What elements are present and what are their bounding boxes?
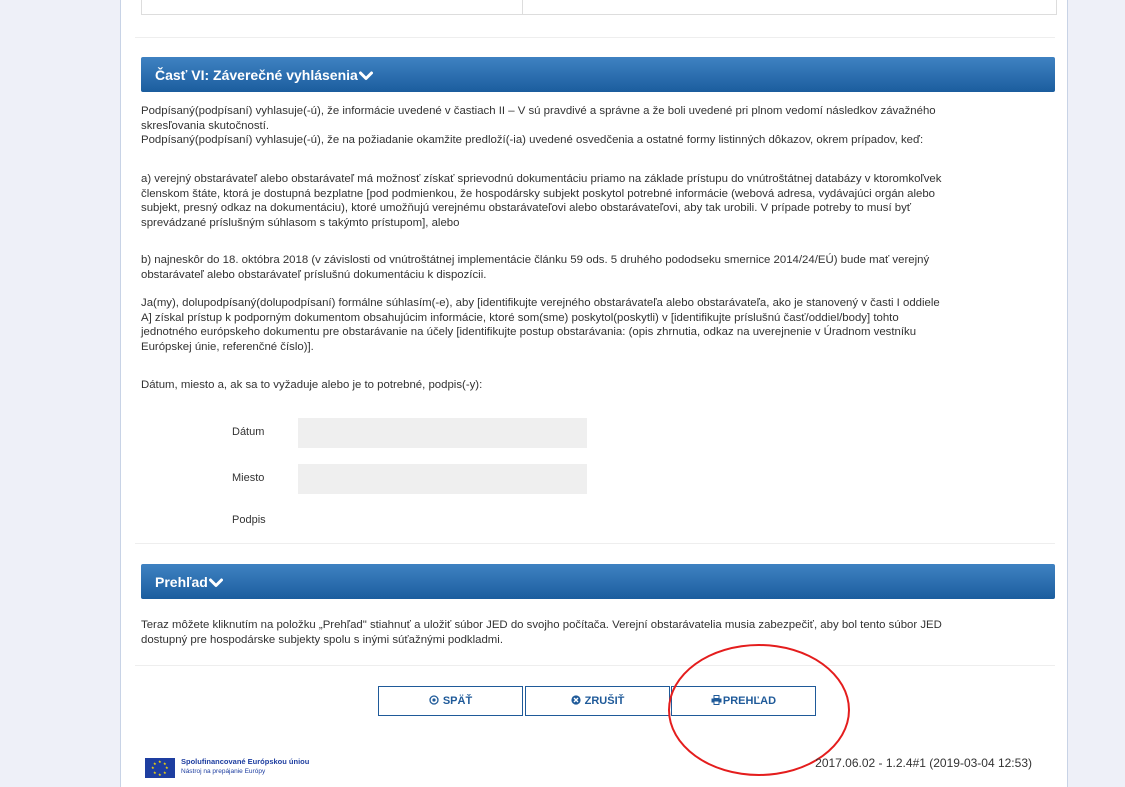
divider (135, 37, 1055, 38)
date-field[interactable] (298, 418, 587, 448)
paragraph-line: dostupný pre hospodárske subjekty spolu … (141, 633, 503, 646)
statement-a: a) verejný obstarávateľ alebo obstarávat… (141, 172, 1055, 230)
back-button[interactable]: SPÄŤ (378, 686, 523, 716)
table-divider (522, 0, 523, 14)
paragraph-line: subjekt, presný odkaz na dokumentáciu), … (141, 202, 912, 215)
logo-subtitle: Nástroj na prepájanie Európy (181, 768, 266, 775)
paragraph-line: a) verejný obstarávateľ alebo obstarávat… (141, 173, 942, 185)
paragraph-line: sprevádzané príslušným súhlasom s takýmt… (141, 216, 460, 229)
arrow-left-circle-icon (429, 695, 439, 707)
chevron-down-icon (358, 58, 373, 95)
close-circle-icon (571, 695, 581, 707)
page-container: Časť VI: Záverečné vyhlásenia Podpísaný(… (120, 0, 1068, 787)
logo-title: Spolufinancované Európskou úniou (181, 757, 310, 766)
paragraph-line: členskom štáte, ktorá je dostupná bezpla… (141, 187, 936, 200)
paragraph-line: A] získal prístup k podporným dokumentom… (141, 311, 899, 324)
section-header-final-statements[interactable]: Časť VI: Záverečné vyhlásenia (141, 57, 1055, 92)
section-title: Časť VI: Záverečné vyhlásenia (155, 67, 358, 83)
paragraph-line: obstarávateľ alebo obstarávateľ príslušn… (141, 268, 487, 281)
place-field[interactable] (298, 464, 587, 494)
paragraph-line: Ja(my), dolupodpísaný(dolupodpísaní) for… (141, 297, 940, 309)
overview-text: Teraz môžete kliknutím na položku „Prehľ… (141, 618, 1055, 647)
version-info: 2017.06.02 - 1.2.4#1 (2019-03-04 12:53) (815, 756, 1032, 770)
section-title: Prehľad (155, 574, 208, 590)
divider (135, 665, 1055, 666)
place-label: Miesto (232, 472, 265, 484)
date-label: Dátum (232, 426, 265, 438)
back-label: SPÄŤ (442, 695, 473, 707)
signature-instructions: Dátum, miesto a, ak sa to vyžaduje alebo… (141, 378, 1055, 393)
cancel-button[interactable]: ZRUŠIŤ (525, 686, 670, 716)
paragraph-line: Dátum, miesto a, ak sa to vyžaduje alebo… (141, 379, 483, 391)
chevron-down-icon (208, 565, 223, 602)
overview-label: PREHĽAD (722, 695, 777, 707)
eu-flag-icon: ★ ★ ★ ★ ★ ★ ★ ★ (145, 758, 175, 778)
paragraph-line: b) najneskôr do 18. októbra 2018 (v závi… (141, 254, 930, 266)
divider (135, 543, 1055, 544)
printer-icon (711, 695, 722, 707)
paragraph-line: jednotného európskeho dokumentu pre obst… (141, 326, 917, 339)
cancel-label: ZRUŠIŤ (584, 695, 625, 707)
overview-button[interactable]: PREHĽAD (671, 686, 816, 716)
paragraph-line: Európskej únie, referenčné číslo)]. (141, 340, 314, 353)
statement-b: b) najneskôr do 18. októbra 2018 (v závi… (141, 253, 1055, 282)
section-header-overview[interactable]: Prehľad (141, 564, 1055, 599)
paragraph-line: skresľovania skutočností. (141, 119, 270, 132)
paragraph-line: Podpísaný(podpísaní) vyhlasuje(-ú), že n… (141, 134, 924, 147)
consent-statement: Ja(my), dolupodpísaný(dolupodpísaní) for… (141, 296, 1055, 354)
final-statements-text: Podpísaný(podpísaní) vyhlasuje(-ú), že i… (141, 104, 1055, 148)
paragraph-line: Podpísaný(podpísaní) vyhlasuje(-ú), že i… (141, 105, 936, 117)
paragraph-line: Teraz môžete kliknutím na položku „Prehľ… (141, 619, 942, 631)
previous-section-table (141, 0, 1057, 15)
signature-label: Podpis (232, 514, 266, 526)
